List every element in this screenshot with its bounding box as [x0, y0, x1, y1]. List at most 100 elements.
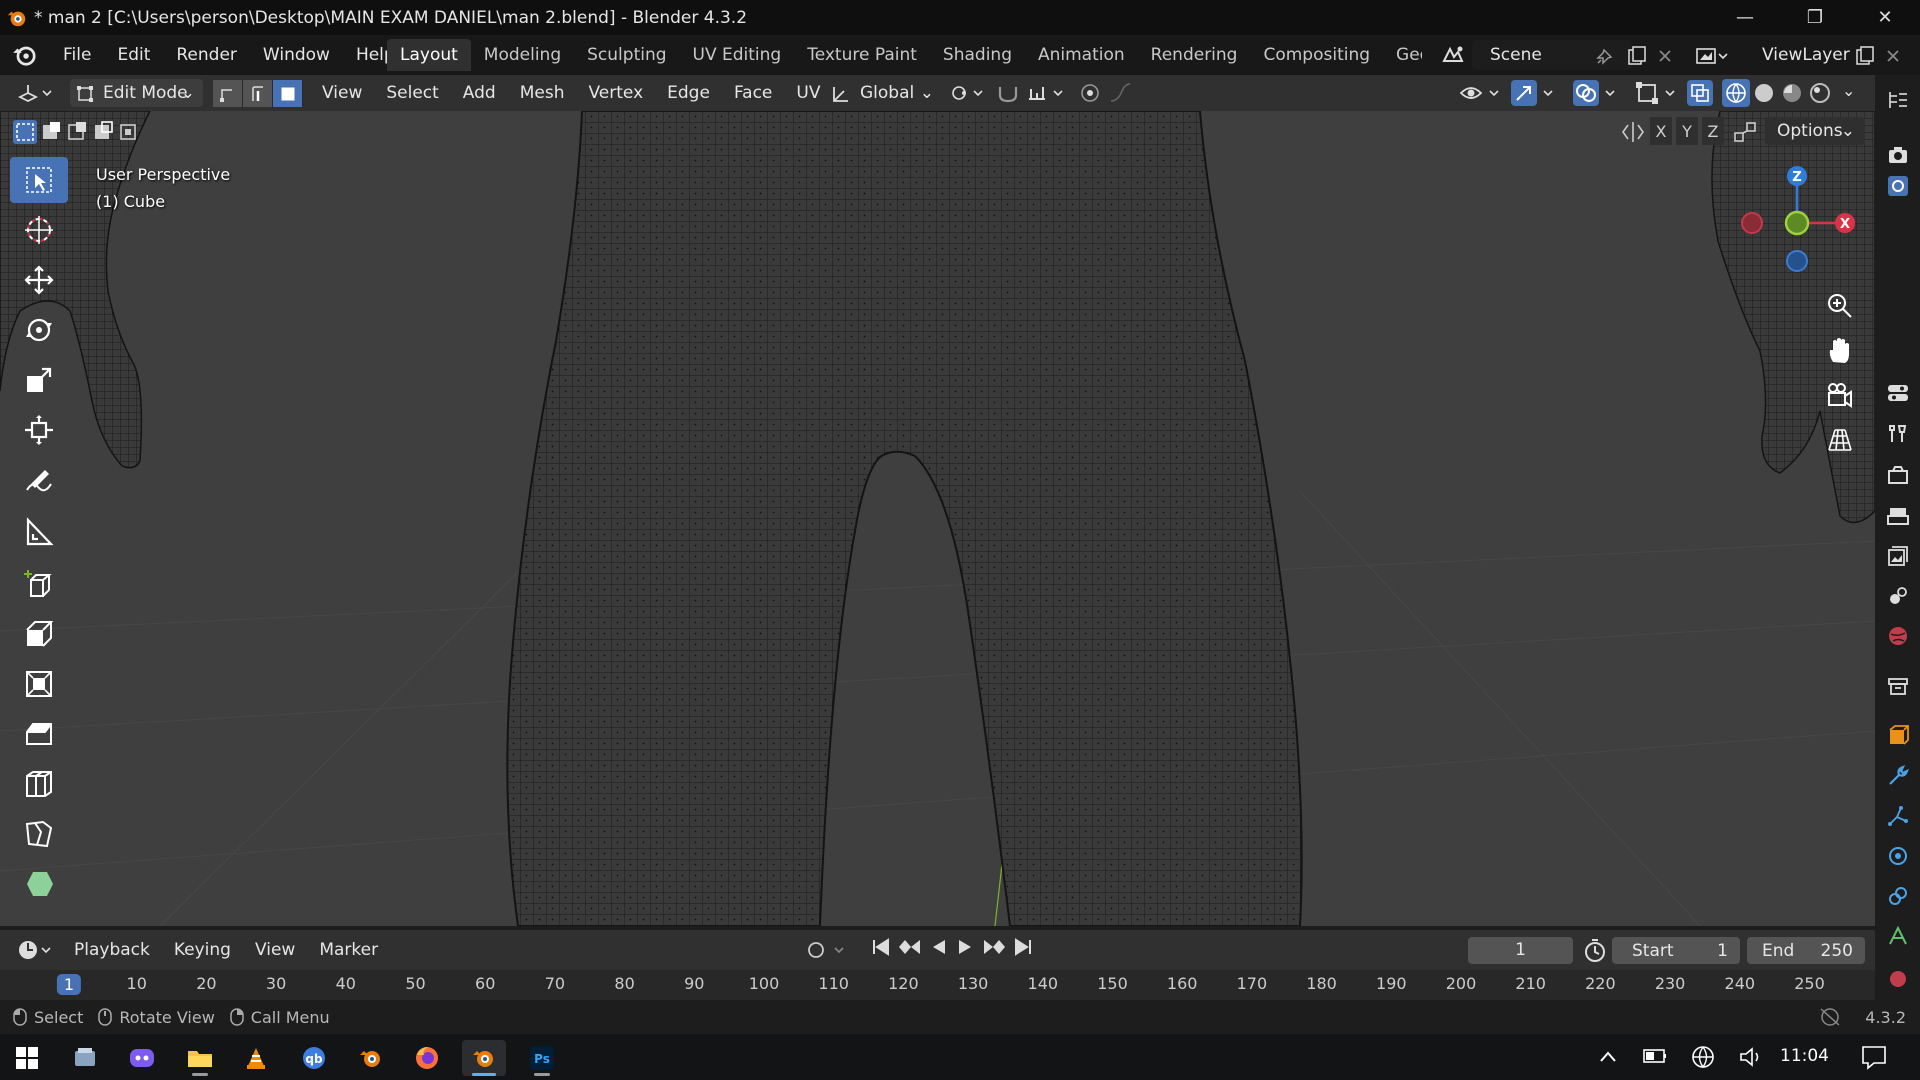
world-properties-icon[interactable] [1885, 623, 1911, 649]
tl-menu-marker[interactable]: Marker [307, 936, 390, 964]
delete-scene-icon[interactable] [1656, 47, 1674, 65]
tab-rendering[interactable]: Rendering [1138, 39, 1251, 71]
start-icon[interactable] [5, 1040, 49, 1076]
bevel-icon[interactable] [10, 711, 68, 757]
collection-properties-icon[interactable] [1885, 673, 1911, 699]
menu-window[interactable]: Window [250, 45, 343, 65]
discord-icon[interactable] [120, 1040, 164, 1076]
pan-hand-icon[interactable] [1825, 336, 1855, 366]
mirror-z-toggle[interactable]: Z [1702, 117, 1724, 145]
physics-properties-icon[interactable] [1885, 843, 1911, 869]
clock[interactable]: 11:04 [1780, 1046, 1829, 1066]
pin-icon[interactable] [1595, 46, 1615, 66]
knife-icon[interactable] [10, 811, 68, 857]
tl-menu-playback[interactable]: Playback [62, 936, 162, 964]
viewlayer-selector-icon[interactable] [1694, 44, 1728, 68]
auto-keying-icon[interactable] [805, 939, 849, 961]
box-select-modes[interactable] [12, 119, 152, 145]
scene-properties-icon[interactable] [1885, 583, 1911, 609]
vp-menu-add[interactable]: Add [451, 79, 508, 107]
jump-start-icon[interactable] [870, 936, 892, 958]
scene-selector-icon[interactable] [1440, 43, 1468, 67]
inset-icon[interactable] [10, 661, 68, 707]
render-properties-icon[interactable] [1885, 463, 1911, 489]
globe-icon[interactable] [1690, 1044, 1716, 1070]
tl-menu-view[interactable]: View [243, 936, 307, 964]
vp-menu-face[interactable]: Face [722, 79, 784, 107]
folder-icon[interactable] [178, 1040, 222, 1076]
extrude-icon[interactable] [10, 611, 68, 657]
tool-icon[interactable] [1885, 420, 1911, 446]
close-icon[interactable]: ✕ [1850, 0, 1920, 35]
overlays-icon[interactable] [1572, 79, 1620, 107]
pivot-point-icon[interactable] [947, 81, 987, 105]
face-select-icon[interactable] [273, 80, 303, 107]
gizmo-y[interactable] [1784, 210, 1810, 236]
snap-target-icon[interactable] [1025, 81, 1067, 105]
navigation-gizmo[interactable]: Z X [1735, 161, 1860, 286]
snap-icon[interactable] [995, 81, 1021, 105]
chevron-down-icon[interactable]: ⌄ [1842, 81, 1855, 100]
output-properties-icon[interactable] [1885, 503, 1911, 529]
move-icon[interactable] [10, 257, 68, 303]
gizmo-neg-x[interactable] [1741, 212, 1763, 234]
tab-shading[interactable]: Shading [930, 39, 1025, 71]
current-frame-field[interactable]: 1 [1468, 937, 1573, 964]
zoom-icon[interactable] [1825, 291, 1855, 321]
notifications-icon[interactable] [1860, 1044, 1888, 1070]
constraints-properties-icon[interactable] [1885, 883, 1911, 909]
particles-properties-icon[interactable] [1885, 803, 1911, 829]
options-dropdown[interactable]: Options ⌄ [1765, 117, 1865, 145]
tab-modeling[interactable]: Modeling [471, 39, 574, 71]
visibility-icon[interactable] [1458, 80, 1502, 106]
mirror-x-toggle[interactable]: X [1650, 117, 1672, 145]
transform-orientation-dropdown[interactable]: Global ⌄ [826, 79, 938, 107]
vp-menu-view[interactable]: View [310, 79, 374, 107]
view-layer-properties-icon[interactable] [1885, 543, 1911, 569]
minimize-icon[interactable]: — [1710, 0, 1780, 35]
vp-menu-mesh[interactable]: Mesh [508, 79, 577, 107]
material-properties-icon[interactable] [1885, 963, 1911, 989]
annotate-icon[interactable] [10, 459, 68, 505]
tab-layout[interactable]: Layout [387, 39, 471, 71]
camera-snapshot-icon[interactable] [1885, 142, 1911, 168]
vp-menu-edge[interactable]: Edge [655, 79, 722, 107]
scale-icon[interactable] [10, 357, 68, 403]
vp-menu-select[interactable]: Select [374, 79, 450, 107]
vlc-icon[interactable] [234, 1040, 278, 1076]
blender-icon[interactable] [349, 1040, 393, 1076]
end-frame-field[interactable]: End 250 [1747, 937, 1865, 964]
tab-sculpting[interactable]: Sculpting [574, 39, 679, 71]
timeline-ruler[interactable]: 1 10 20 30 40 50 60 70 80 90 100 110 120 130 140 150 160… [0, 970, 1875, 1000]
menu-file[interactable]: File [50, 45, 104, 65]
data-properties-icon[interactable] [1885, 923, 1911, 949]
play-icon[interactable] [954, 936, 976, 958]
battery-icon[interactable] [1642, 1046, 1668, 1066]
tab-geometry-nodes[interactable]: Geome [1383, 39, 1422, 71]
tab-uv-editing[interactable]: UV Editing [680, 39, 795, 71]
tab-compositing[interactable]: Compositing [1250, 39, 1383, 71]
outliner-icon[interactable] [1885, 87, 1911, 113]
timeline-editor-type-icon[interactable] [16, 938, 56, 962]
tab-animation[interactable]: Animation [1025, 39, 1138, 71]
blender-active-icon[interactable] [462, 1040, 506, 1076]
ortho-toggle-icon[interactable] [1825, 426, 1855, 456]
tool-settings-icon[interactable] [1885, 380, 1911, 406]
mode-dropdown[interactable]: Edit Mode ⌄ [70, 79, 203, 107]
camera-view-icon[interactable] [1825, 381, 1855, 411]
shading-modes-icon[interactable] [1722, 79, 1842, 107]
file-manager-icon[interactable] [63, 1040, 107, 1076]
menu-render[interactable]: Render [163, 45, 250, 65]
restore-icon[interactable]: ❐ [1780, 0, 1850, 35]
3d-viewport[interactable]: User Perspective (1) Cube Z X [0, 111, 1875, 926]
auto-merge-icon[interactable] [1732, 119, 1758, 145]
mesh-edit-overlays-icon[interactable] [1634, 80, 1682, 106]
volume-icon[interactable] [1738, 1044, 1764, 1070]
gizmo-toggle-icon[interactable] [1510, 79, 1558, 107]
new-viewlayer-icon[interactable] [1854, 45, 1876, 67]
next-keyframe-icon[interactable] [980, 936, 1008, 958]
play-reverse-icon[interactable] [928, 936, 950, 958]
qbittorrent-icon[interactable]: qb [292, 1040, 336, 1076]
modifier-properties-icon[interactable] [1885, 763, 1911, 789]
blender-menu-icon[interactable] [12, 42, 38, 68]
